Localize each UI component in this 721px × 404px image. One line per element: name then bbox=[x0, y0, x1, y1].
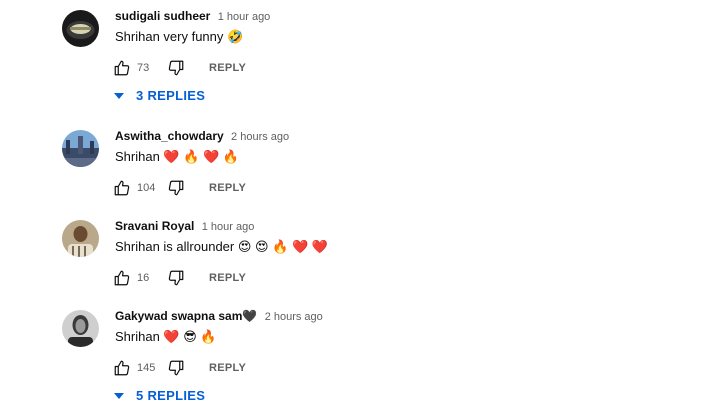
comment-text: Shrihan ❤️ 🔥 ❤️ 🔥 bbox=[115, 149, 240, 164]
thumbs-up-icon[interactable] bbox=[113, 59, 131, 77]
replies-label: 5 REPLIES bbox=[136, 388, 206, 403]
replies-label: 3 REPLIES bbox=[136, 88, 206, 103]
reply-button[interactable]: REPLY bbox=[209, 272, 246, 284]
avatar[interactable] bbox=[62, 220, 99, 257]
avatar[interactable] bbox=[62, 130, 99, 167]
comment-item: Aswitha_chowdary 2 hours ago Shrihan ❤️ … bbox=[0, 129, 721, 220]
comment-item: Gakywad swapna sam🖤 2 hours ago Shrihan … bbox=[0, 309, 721, 403]
comment-actions: 73 REPLY bbox=[113, 58, 246, 78]
like-count: 104 bbox=[137, 182, 156, 194]
reply-button[interactable]: REPLY bbox=[209, 62, 246, 74]
view-replies-button[interactable]: 3 REPLIES bbox=[114, 88, 205, 103]
avatar[interactable] bbox=[62, 310, 99, 347]
like-count: 16 bbox=[137, 272, 150, 284]
comment-item: sudigali sudheer 1 hour ago Shrihan very… bbox=[0, 9, 721, 103]
comment-author[interactable]: Sravani Royal bbox=[115, 219, 194, 233]
reply-button[interactable]: REPLY bbox=[209, 182, 246, 194]
comment-actions: 16 REPLY bbox=[113, 268, 246, 288]
thumbs-up-icon[interactable] bbox=[113, 359, 131, 377]
view-replies-button[interactable]: 5 REPLIES bbox=[114, 388, 205, 403]
thumbs-up-icon[interactable] bbox=[113, 179, 131, 197]
thumbs-down-icon[interactable] bbox=[167, 269, 185, 287]
comment-actions: 104 REPLY bbox=[113, 178, 246, 198]
thumbs-up-icon[interactable] bbox=[113, 269, 131, 287]
comment-time[interactable]: 2 hours ago bbox=[265, 311, 323, 323]
caret-down-icon bbox=[114, 92, 124, 99]
comment-item: Sravani Royal 1 hour ago Shrihan is allr… bbox=[0, 219, 721, 310]
caret-down-icon bbox=[114, 392, 124, 399]
comment-author[interactable]: Gakywad swapna sam🖤 bbox=[115, 309, 257, 323]
comment-actions: 145 REPLY bbox=[113, 358, 246, 378]
thumbs-down-icon[interactable] bbox=[167, 179, 185, 197]
comment-time[interactable]: 1 hour ago bbox=[218, 11, 271, 23]
comment-author[interactable]: sudigali sudheer bbox=[115, 9, 210, 23]
comment-text: Shrihan ❤️ 😎 🔥 bbox=[115, 329, 217, 344]
like-count: 73 bbox=[137, 62, 150, 74]
comment-text: Shrihan very funny 🤣 bbox=[115, 29, 244, 44]
comment-author[interactable]: Aswitha_chowdary bbox=[115, 129, 224, 143]
thumbs-down-icon[interactable] bbox=[167, 359, 185, 377]
comment-time[interactable]: 1 hour ago bbox=[202, 221, 255, 233]
avatar[interactable] bbox=[62, 10, 99, 47]
comment-time[interactable]: 2 hours ago bbox=[231, 131, 289, 143]
thumbs-down-icon[interactable] bbox=[167, 59, 185, 77]
reply-button[interactable]: REPLY bbox=[209, 362, 246, 374]
like-count: 145 bbox=[137, 362, 156, 374]
comment-text: Shrihan is allrounder 😍 😍 🔥 ❤️ ❤️ bbox=[115, 239, 328, 254]
